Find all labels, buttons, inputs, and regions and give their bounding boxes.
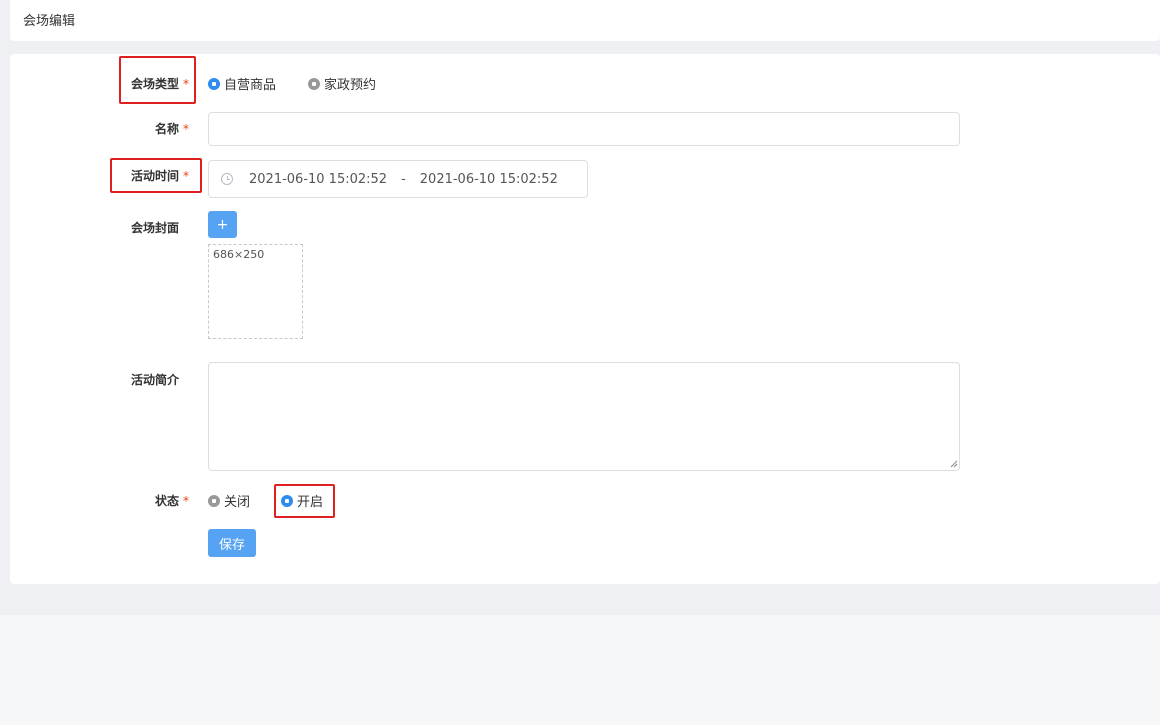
radio-checked-icon [208,77,220,90]
status-option-open[interactable]: 开启 [281,491,323,510]
save-button[interactable]: 保存 [208,529,256,557]
name-input[interactable] [208,112,960,146]
upload-cover-button[interactable]: + [208,211,237,238]
intro-textarea[interactable] [208,362,960,471]
intro-label: 活动简介 [131,373,180,387]
radio-checked-icon [281,494,294,507]
form-card: 会场类型 * 自营商品 家政预约 名称 * 活动时间 * 2021-06-10 15:… [10,54,1160,584]
header-card: 会场编辑 [10,0,1160,41]
cover-upload-area[interactable]: 686×250 [208,244,303,339]
page-title: 会场编辑 [23,14,76,29]
radio-unchecked-icon [208,494,220,507]
page: 会场编辑 会场类型 * 自营商品 家政预约 名称 * 活动时间 * 2021-0… [0,0,1160,725]
venue-type-option-self-operated[interactable]: 自营商品 [208,74,276,93]
activity-time-label: 活动时间 * [131,169,190,183]
venue-type-radio-group: 自营商品 家政预约 [208,74,376,93]
status-label: 状态 * [155,494,190,508]
end-time-value: 2021-06-10 15:02:52 [419,171,558,187]
activity-time-range-picker[interactable]: 2021-06-10 15:02:52 - 2021-06-10 15:02:5… [208,160,588,198]
radio-unchecked-icon [308,77,321,90]
venue-type-label: 会场类型 * [131,77,190,91]
cover-label: 会场封面 [131,221,180,235]
status-radio-group: 关闭 开启 [208,491,323,510]
status-option-closed[interactable]: 关闭 [208,491,250,510]
cover-size-hint: 686×250 [213,248,265,261]
date-range-separator: - [401,171,406,187]
name-label: 名称 * [155,122,190,136]
start-time-value: 2021-06-10 15:02:52 [249,171,388,187]
venue-type-option-housekeeping[interactable]: 家政预约 [308,74,376,93]
resize-grip-icon[interactable] [950,460,958,468]
clock-icon [221,173,233,185]
